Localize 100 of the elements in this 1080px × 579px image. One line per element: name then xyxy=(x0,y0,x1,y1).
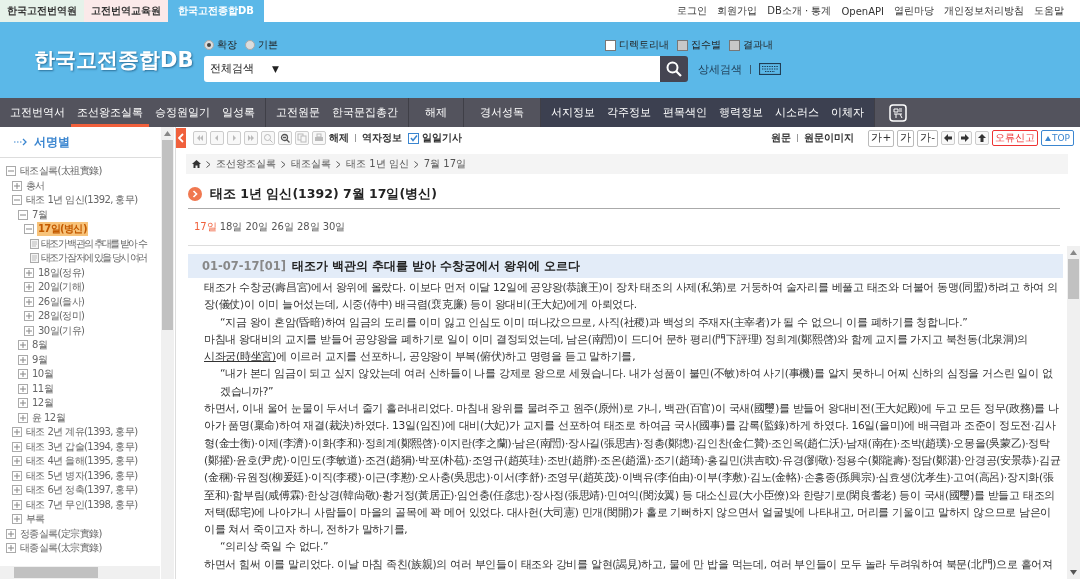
header-link[interactable]: OpenAPI xyxy=(841,5,884,17)
expand-icon[interactable] xyxy=(12,514,22,525)
left-arrow-icon[interactable] xyxy=(941,131,955,145)
tree-item[interactable]: 태조 3년 갑술(1394, 홍무) xyxy=(25,439,139,454)
radio-button[interactable] xyxy=(204,40,214,50)
day-link[interactable]: 28일 xyxy=(296,220,320,234)
nav-tab[interactable]: 이체자 xyxy=(825,98,870,127)
search-button[interactable] xyxy=(660,56,688,82)
expand-icon[interactable] xyxy=(12,456,22,467)
expand-icon[interactable] xyxy=(18,383,28,394)
nav-tab[interactable]: 한국문집총간 xyxy=(326,98,404,127)
tree-item[interactable]: 7월 xyxy=(31,207,49,222)
scrollbar-thumb[interactable] xyxy=(162,140,173,330)
previous-icon[interactable] xyxy=(210,131,224,145)
scrollbar[interactable] xyxy=(161,127,174,579)
header-link[interactable]: 도움말 xyxy=(1034,4,1064,18)
tree-item[interactable]: 총서 xyxy=(25,178,46,193)
expand-icon[interactable] xyxy=(24,311,34,322)
tree-item[interactable]: 정종실록(定宗實錄) xyxy=(19,526,103,541)
radio-button[interactable] xyxy=(245,40,255,50)
scroll-down-icon[interactable] xyxy=(1070,570,1077,575)
expand-icon[interactable] xyxy=(12,499,22,510)
toolbar-link[interactable]: 원문 xyxy=(771,131,792,145)
expand-icon[interactable] xyxy=(18,398,28,409)
breadcrumb-link[interactable]: 조선왕조실록 xyxy=(216,157,276,171)
collapse-icon[interactable] xyxy=(18,209,28,220)
first-page-icon[interactable] xyxy=(193,131,207,145)
expand-icon[interactable] xyxy=(12,470,22,481)
scrollbar-thumb[interactable] xyxy=(1068,259,1079,299)
tree-item[interactable]: 11월 xyxy=(31,381,54,396)
tree-item[interactable]: 태조 5년 병자(1396, 홍무) xyxy=(25,468,139,483)
nav-tab[interactable]: 일성록 xyxy=(216,98,261,127)
expand-icon[interactable] xyxy=(12,485,22,496)
expand-icon[interactable] xyxy=(6,543,16,554)
horizontal-scrollbar[interactable] xyxy=(0,566,160,579)
tree-item[interactable]: 태종실록(太宗實錄) xyxy=(19,541,103,556)
expand-icon[interactable] xyxy=(18,369,28,380)
collapse-panel-button[interactable] xyxy=(176,128,186,148)
expand-icon[interactable] xyxy=(12,441,22,452)
site-tab[interactable]: 고전번역교육원 xyxy=(84,0,168,22)
scroll-up-icon[interactable] xyxy=(164,131,171,136)
tree-item[interactable]: 9월 xyxy=(31,352,49,367)
tree-item[interactable]: 20일(기해) xyxy=(37,280,86,295)
up-arrow-icon[interactable] xyxy=(975,131,989,145)
header-link[interactable]: 로그인 xyxy=(677,4,708,18)
day-link[interactable]: 26일 xyxy=(271,220,294,234)
tree-item[interactable]: 윤 12월 xyxy=(31,410,66,425)
expand-icon[interactable] xyxy=(18,340,28,351)
site-tab[interactable]: 한국고전번역원 xyxy=(0,0,84,22)
breadcrumb-link[interactable]: 7월 17일 xyxy=(423,157,466,171)
header-link[interactable]: 개인정보처리방침 xyxy=(944,4,1024,18)
tree-item[interactable]: 태조 6년 정축(1397, 홍무) xyxy=(25,483,139,498)
scrollbar[interactable] xyxy=(1067,246,1080,579)
checkbox[interactable] xyxy=(408,132,419,144)
nav-tab[interactable]: 시소러스 xyxy=(769,98,825,127)
nav-tab[interactable]: 각주정보 xyxy=(601,98,657,127)
tree-item[interactable]: 28일(정미) xyxy=(37,309,86,324)
nav-tab[interactable]: 행력정보 xyxy=(713,98,769,127)
tree-item[interactable]: 12월 xyxy=(31,396,54,411)
right-arrow-icon[interactable] xyxy=(958,131,972,145)
expand-icon[interactable] xyxy=(18,354,28,365)
header-link[interactable]: 회원가입 xyxy=(717,4,758,18)
font-size-button[interactable]: 가 xyxy=(897,129,915,147)
tree-item[interactable]: 26일(을사) xyxy=(37,294,86,309)
advanced-search-link[interactable]: 상세검색 xyxy=(698,61,742,77)
tree-item[interactable]: 태조 2년 계유(1393, 홍무) xyxy=(25,425,139,440)
tree-item[interactable]: 태조 4년 을해(1395, 홍무) xyxy=(25,454,139,469)
tree-item[interactable]: 8월 xyxy=(31,338,49,353)
checkbox[interactable] xyxy=(605,39,616,51)
expand-icon[interactable] xyxy=(24,325,34,336)
expand-icon[interactable] xyxy=(12,427,22,438)
tree-item[interactable]: 18일(정유) xyxy=(37,265,86,280)
expand-icon[interactable] xyxy=(18,412,28,423)
next-icon[interactable] xyxy=(227,131,241,145)
tree-item[interactable]: 10월 xyxy=(31,367,54,382)
breadcrumb-link[interactable]: 태조 1년 임신 xyxy=(346,157,409,171)
day-link[interactable]: 30일 xyxy=(322,220,346,234)
print-icon[interactable] xyxy=(312,131,326,145)
nav-tab[interactable]: 경서성독 xyxy=(468,98,536,127)
last-page-icon[interactable] xyxy=(244,131,258,145)
expand-icon[interactable] xyxy=(24,282,34,293)
tree-item[interactable]: 부록 xyxy=(25,512,46,527)
collapse-icon[interactable] xyxy=(24,224,34,235)
breadcrumb-link[interactable]: 태조실록 xyxy=(291,157,331,171)
day-link[interactable]: 20일 xyxy=(245,220,269,234)
top-button[interactable]: TOP xyxy=(1041,130,1074,146)
tree-item[interactable]: 태조가 백관의 추대를 받아 수 xyxy=(40,236,148,251)
tree-item[interactable]: 태조가 잠저에 있을 당시 여러 xyxy=(40,251,148,266)
scrollbar-thumb[interactable] xyxy=(14,567,98,578)
scope-select[interactable]: 전체검색 xyxy=(210,62,254,76)
nav-tab[interactable]: 해제 xyxy=(413,98,459,127)
font-size-button[interactable]: 가+ xyxy=(868,129,895,147)
toolbar-link[interactable]: 역자정보 xyxy=(362,131,402,145)
header-link[interactable]: DB소개 · 통계 xyxy=(767,4,832,18)
error-report-button[interactable]: 오류신고 xyxy=(992,130,1038,146)
text-link[interactable]: 시좌궁(時坐宮) xyxy=(204,350,276,363)
scroll-up-icon[interactable] xyxy=(1070,250,1077,255)
zoom-icon[interactable] xyxy=(278,131,292,145)
tree-item[interactable]: 태조 1년 임신(1392, 홍무) xyxy=(25,193,139,208)
header-link[interactable]: 열린마당 xyxy=(894,4,934,18)
